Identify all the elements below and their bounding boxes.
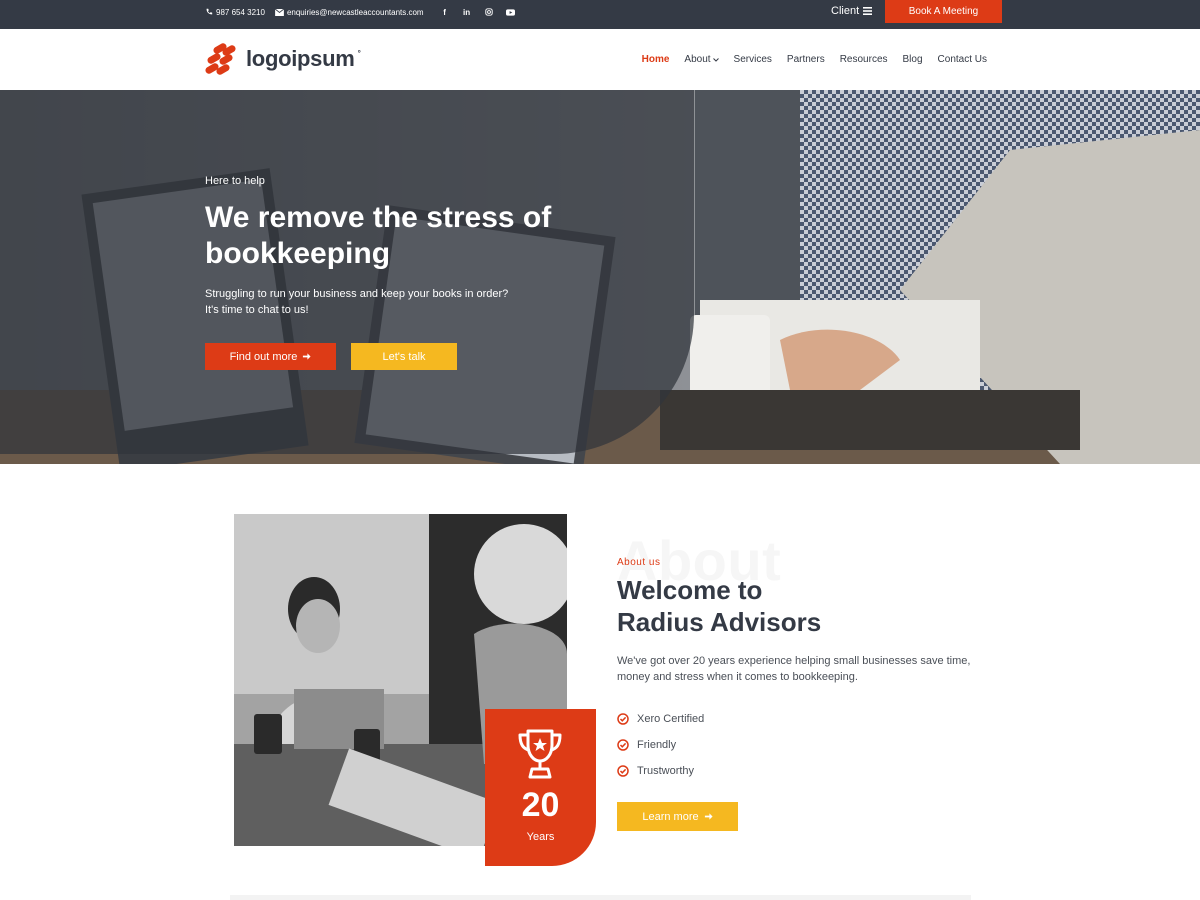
contact-info: 987 654 3210 enquiries@newcastleaccounta… [205,0,516,24]
logo-mark-icon [205,43,236,75]
phone-icon [206,8,213,15]
about-description: We've got over 20 years experience helpi… [617,655,971,683]
top-utility-bar: 987 654 3210 enquiries@newcastleaccounta… [0,0,1200,29]
years-label: Years [526,831,555,843]
arrow-right-icon [303,353,311,360]
facebook-icon[interactable]: f [440,7,450,17]
button-label: Find out more [229,350,298,363]
phone-number: 987 654 3210 [216,7,265,17]
lets-talk-button[interactable]: Let's talk [351,343,457,370]
check-circle-icon [617,713,629,725]
hero-overlay [0,90,694,454]
about-title-line: Welcome to [617,575,763,605]
about-title-line: Radius Advisors [617,607,822,637]
client-label: Client [831,5,860,17]
logo[interactable]: logoipsum ° [205,43,361,75]
phone-link[interactable]: 987 654 3210 [205,8,265,17]
linkedin-icon[interactable]: in [462,7,472,17]
hero-subtitle: Struggling to run your business and keep… [205,286,565,318]
email-icon [274,8,284,16]
learn-more-button[interactable]: Learn more [617,802,738,831]
book-meeting-button[interactable]: Book A Meeting [885,0,1002,23]
years-badge: 20 Years [485,709,596,866]
find-out-more-button[interactable]: Find out more [205,343,336,370]
nav-item-label: About [684,54,711,65]
site-header: logoipsum ° Home About Services Partners … [0,29,1200,90]
hero-section: Here to help We remove the stress of boo… [0,90,1200,464]
nav-item-contact[interactable]: Contact Us [938,54,987,65]
nav-item-blog[interactable]: Blog [903,54,923,65]
logo-text: logoipsum ° [246,46,361,71]
list-item: Xero Certified [617,706,704,732]
check-circle-icon [617,765,629,777]
nav-item-partners[interactable]: Partners [787,54,825,65]
hero-subtitle-line: Struggling to run your business and keep… [205,288,509,300]
hero-title: We remove the stress of bookkeeping [205,201,552,270]
nav-item-resources[interactable]: Resources [840,54,888,65]
checklist-label: Friendly [637,739,677,751]
nav-item-home[interactable]: Home [642,54,670,65]
nav-item-services[interactable]: Services [734,54,772,65]
main-nav: Home About Services Partners Resources B… [642,29,987,90]
youtube-icon[interactable] [506,7,516,17]
instagram-icon[interactable] [484,7,494,17]
button-label: Learn more [642,810,699,823]
feature-checklist: Xero Certified Friendly Trustworthy [617,706,704,784]
checklist-label: Trustworthy [637,765,695,777]
email-link[interactable]: enquiries@newcastleaccountants.com [274,7,424,17]
client-menu[interactable]: Client [831,0,873,22]
check-circle-icon [617,739,629,751]
checklist-label: Xero Certified [637,713,705,725]
trophy-icon [518,729,562,779]
list-item: Trustworthy [617,758,704,784]
hero-eyebrow: Here to help [205,175,265,187]
about-eyebrow: About us [617,557,661,568]
years-number: 20 [521,786,560,824]
email-address: enquiries@newcastleaccountants.com [286,7,424,17]
about-title: Welcome to Radius Advisors [617,574,947,638]
next-section-edge [230,895,971,900]
list-item: Friendly [617,732,704,758]
nav-item-about[interactable]: About [684,54,719,65]
hamburger-icon [863,7,873,15]
hero-subtitle-line: It's time to chat to us! [205,304,309,316]
arrow-right-icon [704,813,713,820]
chevron-down-icon [712,57,719,62]
